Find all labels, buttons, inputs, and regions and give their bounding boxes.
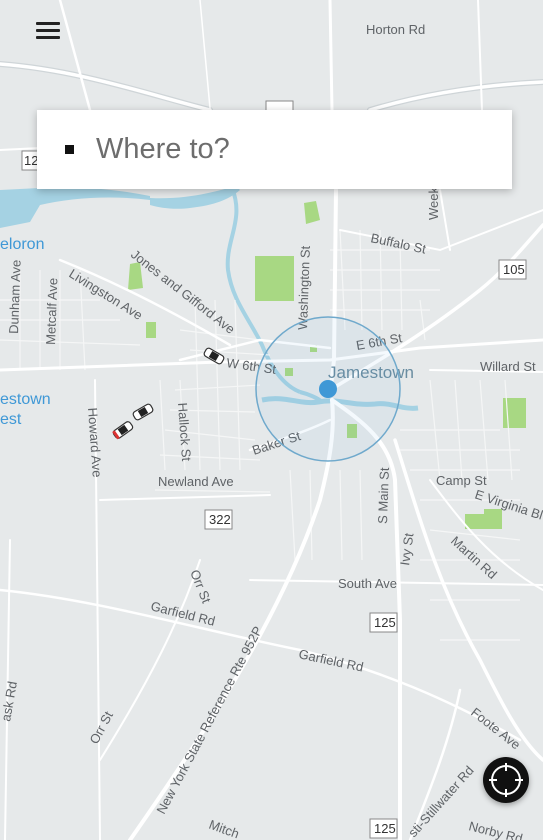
label-jamestown-west-2: est [0,411,22,428]
label-week: Week [426,187,441,220]
search-input[interactable]: Where to? [37,110,512,189]
label-willard-st: Willard St [480,359,536,374]
svg-text:105: 105 [503,262,525,277]
label-celoron: eloron [0,236,44,253]
shield-125-a: 125 [369,612,398,633]
menu-icon-line [36,29,60,32]
label-dunham-ave: Dunham Ave [6,259,24,334]
current-location [255,316,401,462]
label-jamestown-west-1: estown [0,391,51,408]
shield-105: 105 [498,259,527,280]
label-newland-ave: Newland Ave [158,474,234,489]
svg-text:322: 322 [209,512,231,527]
menu-icon-line [36,22,60,25]
label-south-ave: South Ave [338,576,397,591]
crosshair-icon [489,763,523,797]
location-dot [319,380,337,398]
label-s-main-st: S Main St [375,467,392,524]
menu-button[interactable] [30,14,66,46]
search-placeholder: Where to? [96,133,230,165]
label-metcalf-ave: Metcalf Ave [43,278,60,345]
label-horton-rd: Horton Rd [366,22,425,37]
label-camp-st: Camp St [436,473,487,488]
svg-text:125: 125 [374,821,396,836]
menu-icon-line [36,36,60,39]
shield-125-b: 125 [369,818,398,839]
destination-square-icon [65,145,74,154]
shield-322: 322 [204,509,233,530]
svg-text:125: 125 [374,615,396,630]
label-washington-st: Washington St [295,245,313,330]
recenter-button[interactable] [483,757,529,803]
